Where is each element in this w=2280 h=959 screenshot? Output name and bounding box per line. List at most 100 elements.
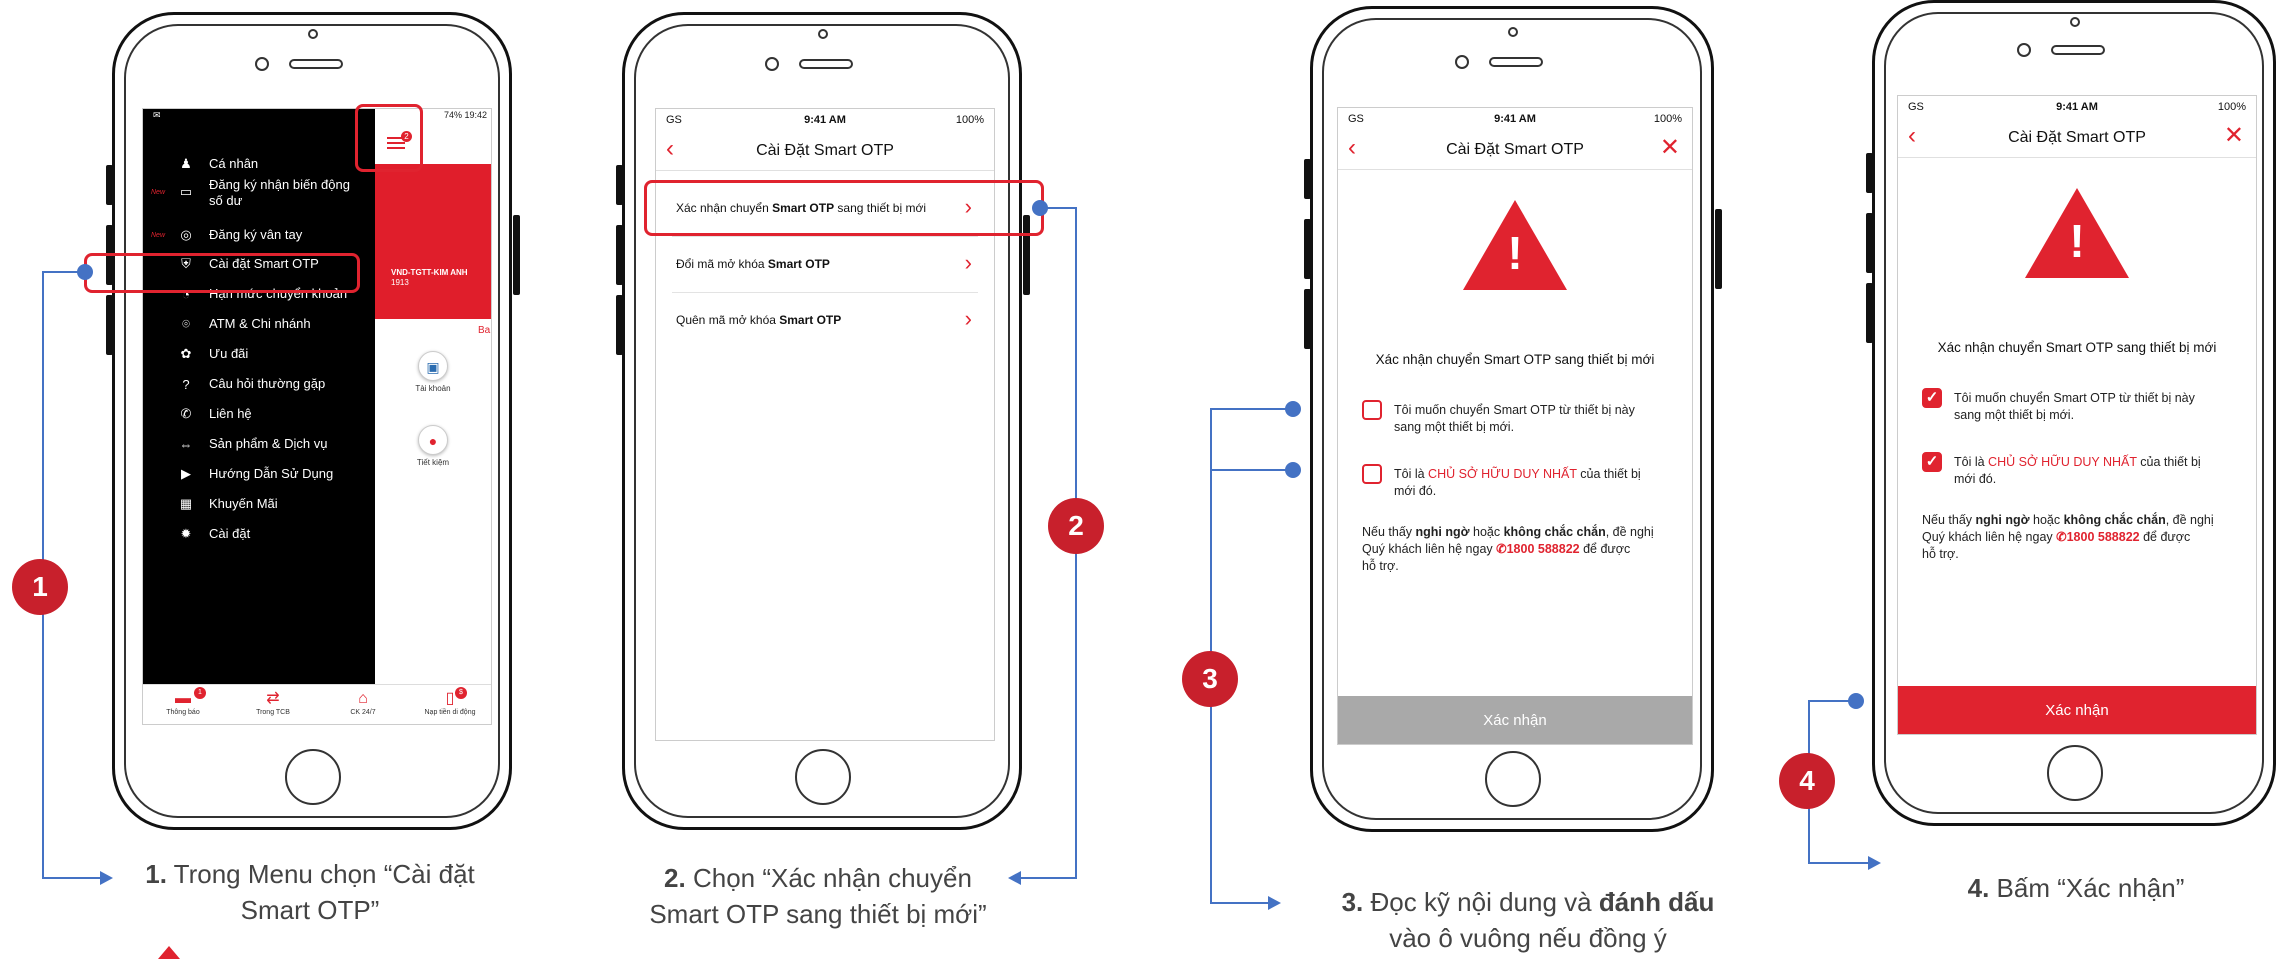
home-button[interactable]: [2047, 745, 2103, 801]
phone-frame-4: GS 9:41 AM 100% ‹ Cài Đặt Smart OTP ✕ ! …: [1866, 0, 2276, 826]
menu-item[interactable]: ▦ Khuyến Mãi: [143, 489, 375, 519]
checkbox-transfer[interactable]: [1362, 400, 1382, 420]
phone-frame-2: GS 9:41 AM 100% ‹ Cài Đặt Smart OTP Xác …: [616, 12, 1030, 830]
confirm-button-disabled[interactable]: Xác nhận: [1338, 696, 1692, 744]
menu-item[interactable]: New ▭ Đăng ký nhận biến động số dư: [143, 177, 375, 208]
step-marker-3: 3: [1182, 651, 1238, 707]
account-number: 1913: [391, 278, 409, 287]
warning-icon: !: [1338, 200, 1692, 290]
warning-icon: !: [1898, 188, 2256, 278]
tab-notifications[interactable]: ▬ Thông báo 1: [148, 687, 218, 716]
battery-level: 74%: [443, 110, 462, 120]
tab-fast-transfer[interactable]: ⌂ CK 24/7: [328, 687, 398, 716]
phone-frame-1: ✉ 74% 19:42 ♟ Cá nhân New ▭ Đăng ký nhận biế…: [106, 12, 520, 830]
menu-item-label: Đăng ký vân tay: [209, 227, 303, 242]
tab-badge: $: [455, 687, 467, 699]
checkbox-transfer[interactable]: ✓: [1922, 388, 1942, 408]
account-card[interactable]: VND-TGTT-KIM ANH 1913: [375, 164, 491, 319]
menu-item[interactable]: ⇔ Sản phẩm & Dịch vụ: [143, 429, 375, 459]
checkbox-owner[interactable]: [1362, 464, 1382, 484]
ios-status-bar: GS 9:41 AM 100%: [1338, 108, 1692, 130]
bottom-tab-bar: ▬ Thông báo 1 ⇄ Trong TCB ⌂ CK 24/7 ▯ Nạ…: [143, 684, 491, 724]
tab-topup[interactable]: ▯ Nạp tiền di động $: [415, 687, 485, 716]
connector-line: [42, 877, 102, 879]
nav-bar: ‹ Cài Đặt Smart OTP ✕: [1338, 130, 1692, 170]
battery-level: 100%: [2217, 101, 2246, 113]
phone-side-button: [616, 225, 623, 285]
menu-item-label: Liên hệ: [209, 406, 252, 421]
tutorial-canvas: ✉ 74% 19:42 ♟ Cá nhân New ▭ Đăng ký nhận biế…: [0, 0, 2280, 959]
step-caption-3: 3. Đọc kỹ nội dung và đánh dấu vào ô vuôn…: [1341, 887, 1715, 953]
phone-side-button: [1866, 213, 1873, 273]
chat-icon: ▬: [175, 690, 191, 707]
tab-label: Nạp tiền di động: [424, 709, 476, 716]
quick-label: Tài khoản: [415, 384, 451, 393]
phone-icon: ✆: [180, 406, 192, 421]
hotline-number[interactable]: 1800 588822: [1507, 542, 1580, 556]
play-icon: ▶: [181, 466, 191, 481]
connector-line: [1210, 469, 1290, 471]
menu-item-label: Cài đặt: [209, 526, 251, 541]
menu-item-label: Ưu đãi: [209, 346, 249, 361]
list-item-forgot-pin[interactable]: Quên mã mở khóa Smart OTP ›: [672, 293, 978, 349]
piggy-icon: ●: [418, 425, 448, 455]
menu-item[interactable]: ? Câu hỏi thường gặp: [143, 369, 375, 399]
phone-sensor: [2070, 17, 2080, 27]
list-item-change-pin[interactable]: Đổi mã mở khóa Smart OTP ›: [672, 237, 978, 293]
checkbox-owner[interactable]: ✓: [1922, 452, 1942, 472]
phone-side-button: [106, 165, 113, 205]
menu-item[interactable]: ✹ Cài đặt: [143, 519, 375, 549]
home-button[interactable]: [1485, 751, 1541, 807]
menu-item[interactable]: ▶ Hướng Dẫn Sử Dụng: [143, 459, 375, 489]
phone-side-button: [106, 295, 113, 355]
phone-side-button: [1304, 219, 1311, 279]
phone-camera: [765, 57, 779, 71]
page-title: Cài Đặt Smart OTP: [756, 142, 894, 159]
menu-item[interactable]: New ◎ Đăng ký vân tay: [143, 220, 375, 250]
status-time: 9:41 AM: [2056, 101, 2098, 113]
close-icon[interactable]: ✕: [1660, 136, 1680, 160]
step-caption-1: 1. Trong Menu chọn “Cài đặt Smart OTP”: [145, 859, 475, 925]
msg-icon: ✉: [153, 110, 161, 120]
menu-item[interactable]: ♟ Cá nhân: [143, 149, 375, 179]
phone-side-button: [513, 215, 520, 295]
step-caption-4: 4. Bấm “Xác nhận”: [1967, 873, 2185, 903]
step-marker-1: 1: [12, 559, 68, 615]
tab-badge: 1: [194, 687, 206, 699]
tab-label: CK 24/7: [350, 709, 376, 716]
gift-icon: ✿: [180, 346, 192, 361]
hotline-number[interactable]: 1800 588822: [2067, 530, 2140, 544]
phone-side-button: [1866, 283, 1873, 343]
quick-account[interactable]: ▣ Tài khoản: [403, 351, 463, 393]
account-link[interactable]: Ba: [478, 325, 490, 336]
step-caption-2: 2. Chọn “Xác nhận chuyển Smart OTP sang t…: [649, 863, 987, 929]
status-right: 74% 19:42: [444, 110, 487, 120]
confirm-button[interactable]: Xác nhận: [1898, 686, 2256, 734]
checkbox-transfer-label: Tôi muốn chuyển Smart OTP từ thiết bị nà…: [1394, 403, 1635, 434]
transfer-icon: ⇄: [266, 690, 280, 707]
bank-icon: ⌂: [358, 690, 368, 707]
phone-icon: ✆: [2056, 530, 2067, 544]
phone-camera: [2017, 43, 2031, 57]
support-note: Nếu thấy nghi ngờ hoặc không chắc chắn, …: [1922, 513, 2214, 561]
menu-item-label: Đăng ký nhận biến động số dư: [209, 177, 350, 208]
menu-item[interactable]: ✆ Liên hệ: [143, 399, 375, 429]
phone-side-button: [1304, 289, 1311, 349]
highlight-smart-otp-menu: [84, 253, 360, 293]
exclamation-mark: !: [2069, 215, 2085, 267]
phone-side-button: [616, 165, 623, 205]
menu-item[interactable]: ⌾ ATM & Chi nhánh: [143, 309, 375, 339]
phone-icon: ✆: [1496, 542, 1507, 556]
home-button[interactable]: [795, 749, 851, 805]
home-button[interactable]: [285, 749, 341, 805]
menu-item-label: Khuyến Mãi: [209, 496, 278, 511]
connector-arrow: [1268, 896, 1281, 910]
phone-sensor: [308, 29, 318, 39]
quick-savings[interactable]: ● Tiết kiệm: [403, 425, 463, 467]
close-icon[interactable]: ✕: [2224, 124, 2244, 148]
tab-internal-transfer[interactable]: ⇄ Trong TCB: [238, 687, 308, 716]
phone-side-button: [616, 295, 623, 355]
location-icon: ⌾: [182, 316, 190, 331]
phone-camera: [1455, 55, 1469, 69]
menu-item[interactable]: ✿ Ưu đãi: [143, 339, 375, 369]
